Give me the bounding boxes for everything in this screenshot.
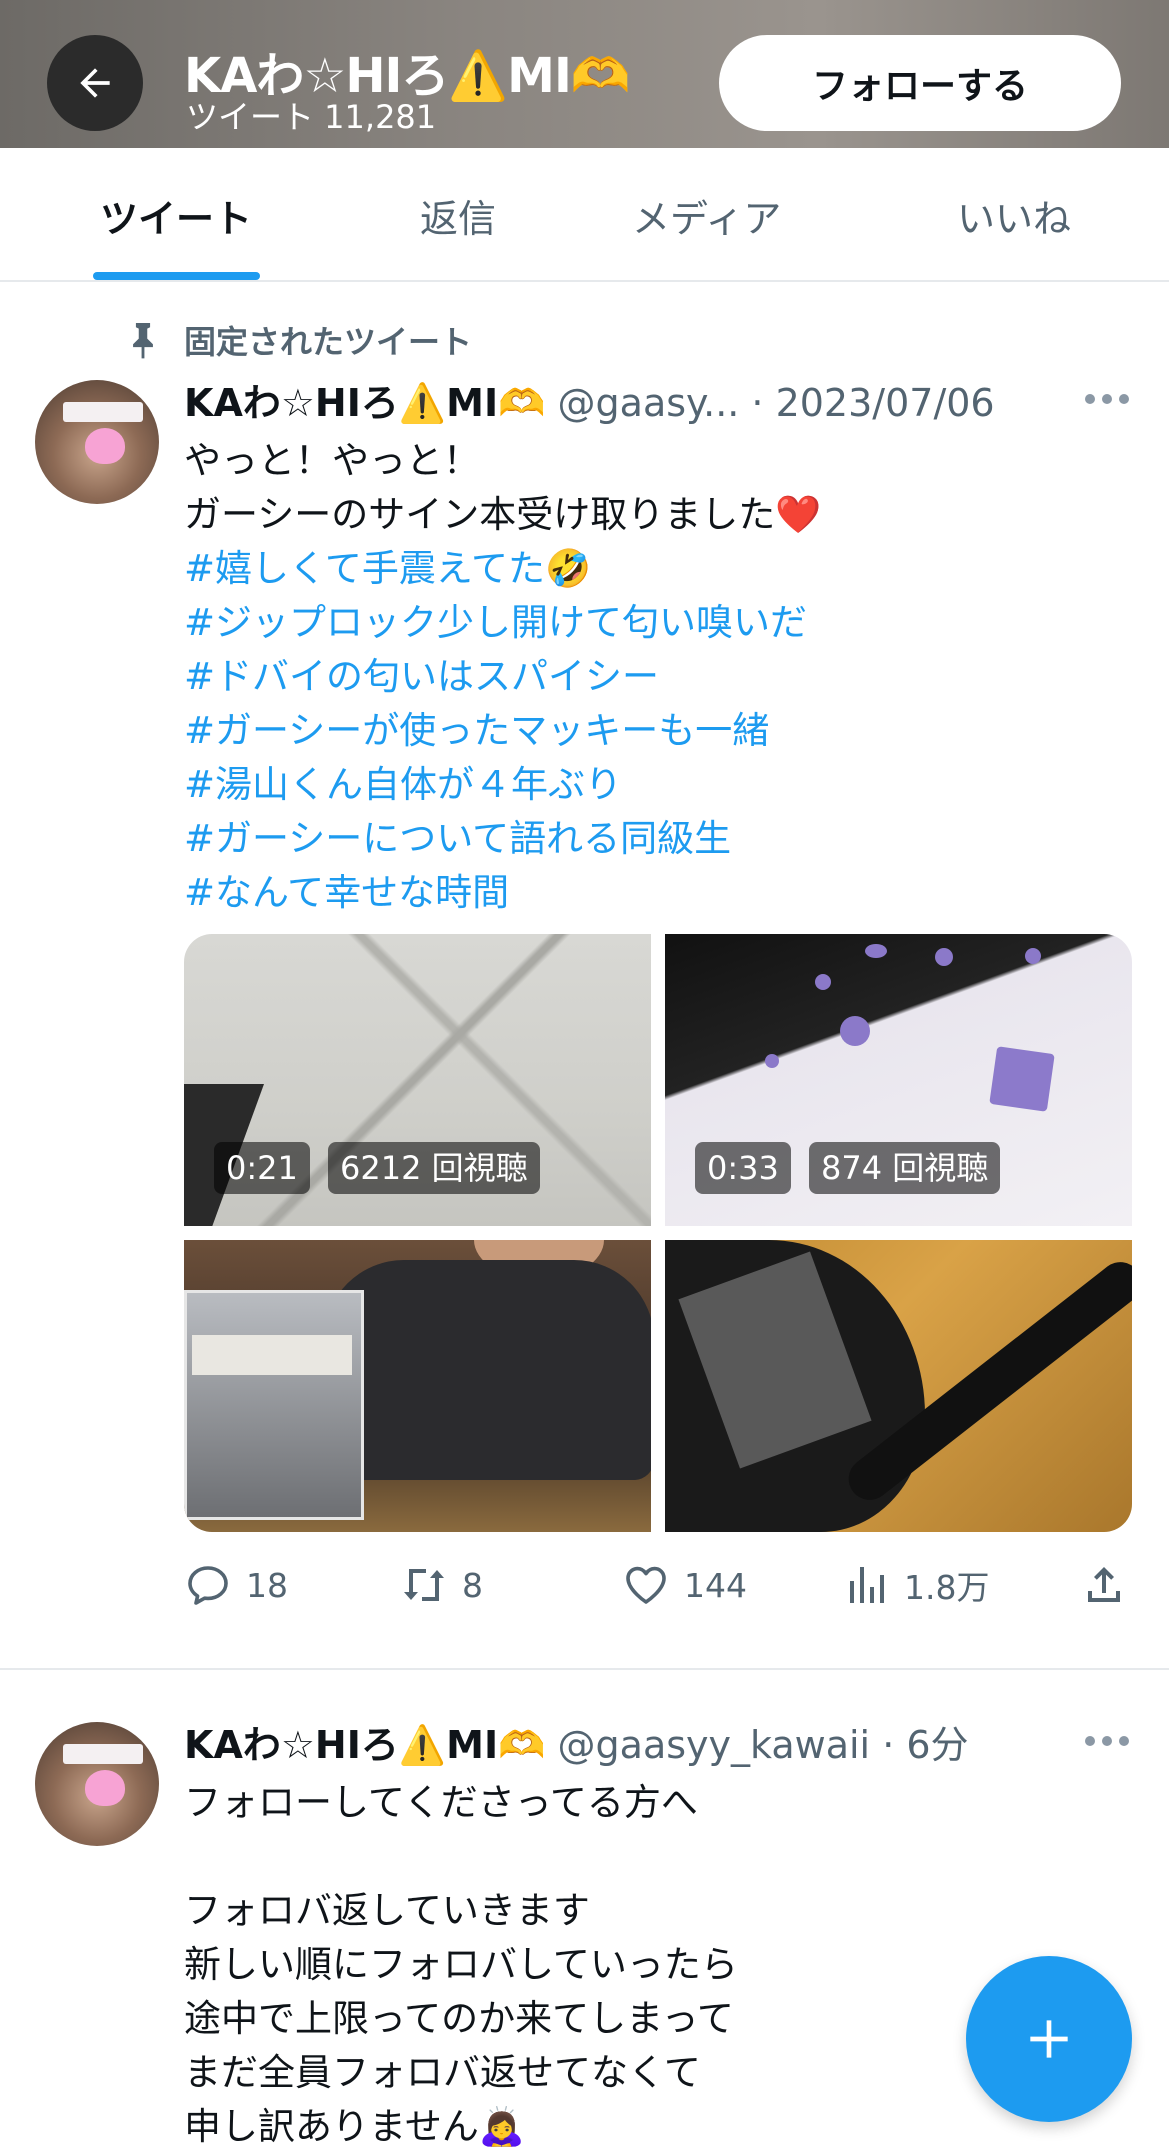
retweet-icon: [404, 1569, 444, 1601]
tab-likes[interactable]: いいね: [957, 188, 1071, 243]
retweet-button[interactable]: 8: [400, 1560, 483, 1610]
share-button[interactable]: [1080, 1560, 1142, 1610]
hashtag-link[interactable]: #なんて幸せな時間: [184, 862, 509, 916]
more-icon[interactable]: [1085, 1736, 1129, 1748]
profile-tabs: ツイート 返信 メディア いいね: [0, 148, 1169, 282]
tab-replies[interactable]: 返信: [420, 188, 496, 243]
follow-button[interactable]: フォローする: [719, 35, 1121, 131]
tweet-header: KAわ☆HIろ⚠️MI🫶 @gaasy... · 2023/07/06: [184, 372, 995, 427]
tweet-text-line: フォロバ返していきます: [184, 1889, 590, 1932]
pinned-label: 固定されたツイート: [184, 323, 473, 361]
tab-tweets[interactable]: ツイート: [100, 188, 252, 243]
video-duration: 0:21: [214, 1142, 310, 1194]
pinned-indicator: 固定されたツイート: [126, 318, 472, 362]
tweet-text-line: フォローしてくださってる方へ: [184, 1781, 698, 1824]
pin-icon: [133, 323, 153, 359]
hashtag-link[interactable]: #湯山くん自体が４年ぶり: [184, 754, 622, 808]
photo-thumbnail[interactable]: [665, 1240, 1132, 1532]
media-grid: 0:21 6212 回視聴 0:33 874 回視聴: [184, 934, 1132, 1532]
heart-icon: [626, 1566, 666, 1604]
tweet-meta: @gaasyy_kawaii · 6分: [557, 1723, 969, 1767]
hashtag-link[interactable]: #ドバイの匂いはスパイシー: [184, 646, 659, 700]
like-count: 144: [684, 1565, 747, 1605]
analytics-icon: [850, 1567, 884, 1603]
reply-count: 18: [246, 1565, 288, 1605]
tweet-text-line: 新しい順にフォロバしていったら: [184, 1943, 738, 1986]
back-button[interactable]: [47, 35, 143, 131]
retweet-count: 8: [462, 1565, 483, 1605]
tweet-text-line: やっと！やっと！: [184, 439, 480, 482]
hashtag-link[interactable]: #ガーシーについて語れる同級生: [184, 808, 731, 862]
reply-icon: [188, 1566, 228, 1605]
compose-tweet-button[interactable]: [966, 1956, 1132, 2122]
hashtag-link[interactable]: #嬉しくて手震えてた🤣: [184, 538, 591, 592]
hashtag-link[interactable]: #ジップロック少し開けて匂い嗅いだ: [184, 592, 807, 646]
tweet-divider: [0, 1668, 1169, 1670]
arrow-left-icon: [80, 68, 110, 98]
tweet-text-line: まだ全員フォロバ返せてなくて: [184, 2051, 701, 2094]
photo-thumbnail[interactable]: [184, 1240, 651, 1532]
tweet-text-line: ガーシーのサイン本受け取りました❤️: [184, 493, 822, 536]
tweet-text-line: 途中で上限ってのか来てしまって: [184, 1997, 734, 2040]
tweet-meta: @gaasy... · 2023/07/06: [557, 381, 995, 425]
views-button[interactable]: 1.8万: [842, 1560, 989, 1610]
video-views: 6212 回視聴: [328, 1142, 540, 1194]
more-icon[interactable]: [1085, 394, 1129, 406]
tweet-header: KAわ☆HIろ⚠️MI🫶 @gaasyy_kawaii · 6分: [184, 1714, 969, 1769]
author-name[interactable]: KAわ☆HIろ⚠️MI🫶: [184, 381, 545, 425]
view-count: 1.8万: [904, 1568, 990, 1607]
header-tweet-count: ツイート 11,281: [186, 98, 437, 136]
active-tab-indicator: [93, 272, 260, 280]
video-thumbnail[interactable]: 0:21 6212 回視聴: [184, 934, 651, 1226]
tweet-text-line: 申し訳ありません🙇‍♀️: [184, 2105, 525, 2148]
video-duration: 0:33: [695, 1142, 791, 1194]
like-button[interactable]: 144: [622, 1560, 747, 1610]
video-thumbnail[interactable]: 0:33 874 回視聴: [665, 934, 1132, 1226]
tab-media[interactable]: メディア: [632, 188, 781, 243]
share-icon: [1088, 1567, 1120, 1602]
avatar[interactable]: [35, 1722, 159, 1846]
hashtag-link[interactable]: #ガーシーが使ったマッキーも一緒: [184, 700, 769, 754]
profile-header: KAわ☆HIろ⚠️MI🫶 ツイート 11,281 フォローする: [0, 0, 1169, 148]
author-name[interactable]: KAわ☆HIろ⚠️MI🫶: [184, 1723, 545, 1767]
reply-button[interactable]: 18: [184, 1560, 288, 1610]
video-views: 874 回視聴: [809, 1142, 1001, 1194]
avatar[interactable]: [35, 380, 159, 504]
plus-icon: [1030, 2020, 1068, 2058]
